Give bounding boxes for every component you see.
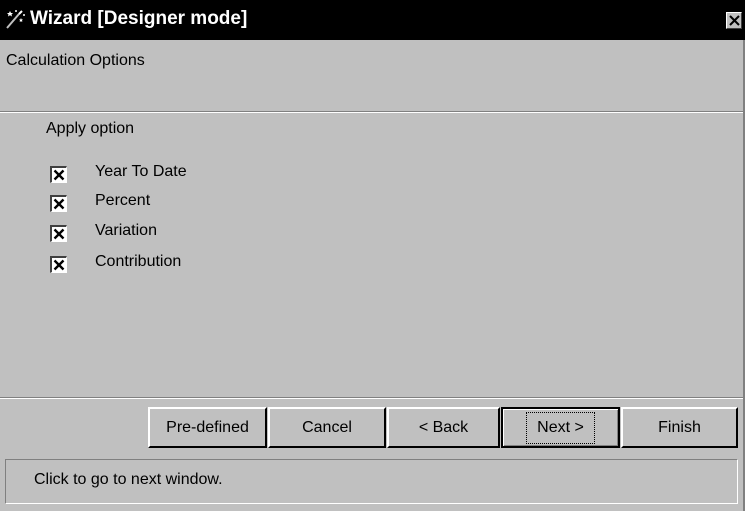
button-row-divider <box>0 397 745 399</box>
checkbox[interactable] <box>50 166 67 183</box>
option-label: Year To Date <box>95 163 187 180</box>
checkmark-x-icon <box>53 259 65 271</box>
checkmark-x-icon <box>53 228 65 240</box>
page-header: Calculation Options <box>6 52 145 69</box>
option-label: Contribution <box>95 253 182 270</box>
checkmark-x-icon <box>53 169 65 181</box>
window-title: Wizard [Designer mode] <box>30 8 248 29</box>
checkmark-x-icon <box>53 198 65 210</box>
back-button-label: < Back <box>418 418 469 436</box>
finish-button-label: Finish <box>658 418 701 436</box>
option-label: Percent <box>95 192 151 209</box>
wizard-window: Wizard [Designer mode] Calculation Optio… <box>0 0 745 511</box>
close-button[interactable] <box>726 12 742 29</box>
group-label: Apply option <box>46 120 135 137</box>
header-divider <box>0 111 745 113</box>
back-button[interactable]: < Back <box>387 407 500 448</box>
option-label: Variation <box>95 222 157 239</box>
status-text: Click to go to next window. <box>34 471 223 488</box>
next-button-label: Next > <box>526 411 595 444</box>
checkbox[interactable] <box>50 256 67 273</box>
status-bar: Click to go to next window. <box>5 459 738 504</box>
cancel-button-label: Cancel <box>302 418 352 436</box>
wizard-wand-icon <box>4 8 26 30</box>
close-icon <box>729 15 740 26</box>
predefined-button-label: Pre-defined <box>166 418 249 436</box>
finish-button[interactable]: Finish <box>621 407 738 448</box>
title-bar[interactable]: Wizard [Designer mode] <box>0 0 745 40</box>
checkbox[interactable] <box>50 225 67 242</box>
cancel-button[interactable]: Cancel <box>268 407 386 448</box>
predefined-button[interactable]: Pre-defined <box>148 407 267 448</box>
checkbox[interactable] <box>50 195 67 212</box>
next-button[interactable]: Next > <box>501 407 620 448</box>
